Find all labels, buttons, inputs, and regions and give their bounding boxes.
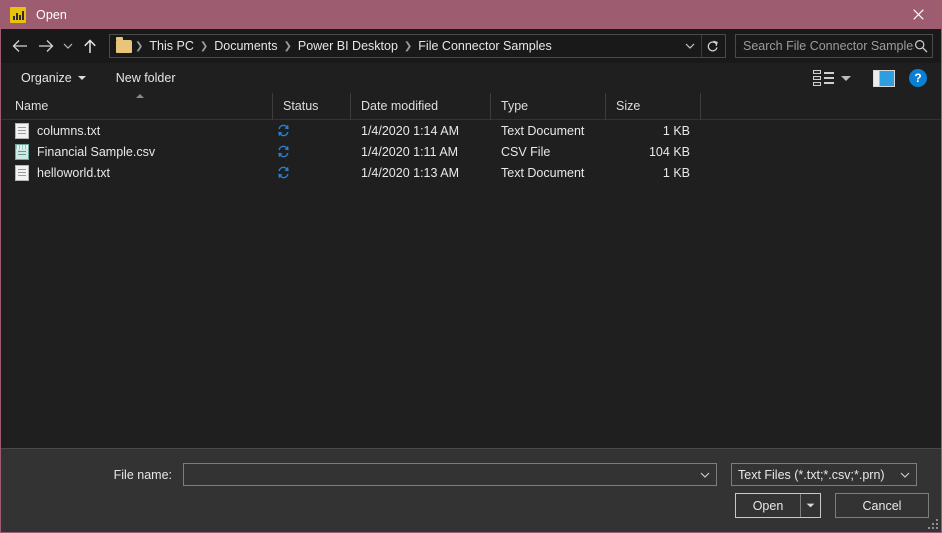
arrow-left-icon <box>12 40 27 52</box>
chevron-down-icon <box>685 43 695 49</box>
address-bar[interactable]: ❯ This PC ❯ Documents ❯ Power BI Desktop… <box>109 34 726 58</box>
chevron-down-icon[interactable] <box>896 471 914 479</box>
file-size-cell: 104 KB <box>648 144 690 159</box>
csv-file-icon <box>15 143 29 160</box>
open-label: Open <box>752 498 784 513</box>
column-header-status[interactable]: Status <box>273 92 351 120</box>
breadcrumb-separator: ❯ <box>403 40 413 52</box>
new-folder-label: New folder <box>115 71 176 85</box>
breadcrumb-separator: ❯ <box>199 40 209 52</box>
column-label: Status <box>283 99 319 113</box>
window-title: Open <box>36 7 67 22</box>
table-row[interactable]: columns.txt 1/4/2020 1:14 AM Text Docume… <box>1 120 941 141</box>
view-options-lines <box>824 72 834 84</box>
file-name-input[interactable] <box>190 467 696 482</box>
file-type-filter-value: Text Files (*.txt;*.csv;*.prn) <box>738 467 885 482</box>
table-row[interactable]: helloworld.txt 1/4/2020 1:13 AM Text Doc… <box>1 162 941 183</box>
file-type-cell: Text Document <box>501 165 585 180</box>
recent-locations-button[interactable] <box>59 33 77 59</box>
file-name-cell: columns.txt <box>1 120 273 141</box>
file-size-cell: 1 KB <box>662 165 690 180</box>
chevron-down-icon[interactable] <box>696 471 714 479</box>
search-box[interactable] <box>735 34 933 58</box>
preview-pane-button[interactable] <box>873 69 895 87</box>
address-dropdown-button[interactable] <box>679 35 701 57</box>
title-bar: Open <box>1 0 941 29</box>
command-toolbar: Organize New folder ? <box>1 63 941 93</box>
chevron-down-icon <box>77 76 86 80</box>
file-name: Financial Sample.csv <box>37 144 156 159</box>
text-document-icon <box>15 122 29 139</box>
file-type-filter-combo[interactable]: Text Files (*.txt;*.csv;*.prn) <box>731 463 917 486</box>
file-name: columns.txt <box>37 123 101 138</box>
sort-ascending-icon <box>136 93 144 98</box>
view-options-button[interactable] <box>809 67 855 89</box>
breadcrumb-separator: ❯ <box>135 40 144 52</box>
sync-pending-icon <box>277 145 290 158</box>
file-date-cell: 1/4/2020 1:13 AM <box>361 165 459 180</box>
column-label: Type <box>501 99 529 113</box>
file-name-label: File name: <box>113 467 172 482</box>
column-label: Date modified <box>361 99 439 113</box>
sync-pending-icon <box>277 124 290 137</box>
breadcrumb-separator: ❯ <box>283 40 292 52</box>
file-date-cell: 1/4/2020 1:11 AM <box>361 144 459 159</box>
help-glyph: ? <box>914 71 922 85</box>
file-name-cell: Financial Sample.csv <box>1 141 273 162</box>
up-button[interactable] <box>77 33 103 59</box>
column-header-name[interactable]: Name <box>1 92 273 120</box>
column-header-date-modified[interactable]: Date modified <box>351 92 491 120</box>
organize-label: Organize <box>21 71 72 85</box>
file-status-cell <box>273 141 351 162</box>
cancel-button[interactable]: Cancel <box>835 493 929 518</box>
chevron-down-icon <box>841 75 851 81</box>
open-file-dialog: Open ❯ This PC ❯ Documents ❯ Power BI De… <box>0 0 942 533</box>
breadcrumb-documents[interactable]: Documents <box>209 37 282 55</box>
view-options-icon <box>813 70 821 86</box>
search-icon <box>914 39 928 53</box>
breadcrumb-this-pc[interactable]: This PC <box>144 37 198 55</box>
close-button[interactable] <box>895 0 941 29</box>
file-type-cell: Text Document <box>501 123 585 138</box>
navigation-bar: ❯ This PC ❯ Documents ❯ Power BI Desktop… <box>1 29 941 63</box>
arrow-up-icon <box>84 38 96 53</box>
file-name-cell: helloworld.txt <box>1 162 273 183</box>
text-document-icon <box>15 164 29 181</box>
powerbi-icon <box>10 6 26 23</box>
file-name: helloworld.txt <box>37 165 110 180</box>
breadcrumb-power-bi-desktop[interactable]: Power BI Desktop <box>293 37 403 55</box>
folder-icon <box>116 36 132 53</box>
search-input[interactable] <box>743 39 914 53</box>
new-folder-button[interactable]: New folder <box>110 68 182 88</box>
table-row[interactable]: Financial Sample.csv 1/4/2020 1:11 AM CS… <box>1 141 941 162</box>
file-status-cell <box>273 162 351 183</box>
dialog-footer: File name: Text Files (*.txt;*.csv;*.prn… <box>1 448 941 532</box>
forward-button[interactable] <box>33 33 59 59</box>
column-header-type[interactable]: Type <box>491 92 606 120</box>
file-date-cell: 1/4/2020 1:14 AM <box>361 123 459 138</box>
refresh-button[interactable] <box>701 35 723 57</box>
chevron-down-icon <box>63 43 73 49</box>
organize-button[interactable]: Organize <box>15 68 92 88</box>
open-dropdown-button[interactable] <box>800 494 820 517</box>
sync-pending-icon <box>277 166 290 179</box>
open-button[interactable]: Open <box>735 493 821 518</box>
cancel-label: Cancel <box>862 498 902 513</box>
file-status-cell <box>273 120 351 141</box>
file-name-combo[interactable] <box>183 463 717 486</box>
column-header-size[interactable]: Size <box>606 92 701 120</box>
help-button[interactable]: ? <box>909 69 927 87</box>
file-size-cell: 1 KB <box>662 123 690 138</box>
file-list[interactable]: columns.txt 1/4/2020 1:14 AM Text Docume… <box>1 120 941 448</box>
refresh-icon <box>707 40 718 51</box>
resize-grip-icon[interactable] <box>927 518 938 529</box>
column-headers: Name Status Date modified Type Size <box>1 92 941 120</box>
back-button[interactable] <box>7 33 33 59</box>
file-type-cell: CSV File <box>501 144 551 159</box>
column-label: Size <box>616 99 641 113</box>
column-label: Name <box>15 99 49 113</box>
breadcrumb-file-connector-samples[interactable]: File Connector Samples <box>413 37 556 55</box>
arrow-right-icon <box>39 40 54 52</box>
